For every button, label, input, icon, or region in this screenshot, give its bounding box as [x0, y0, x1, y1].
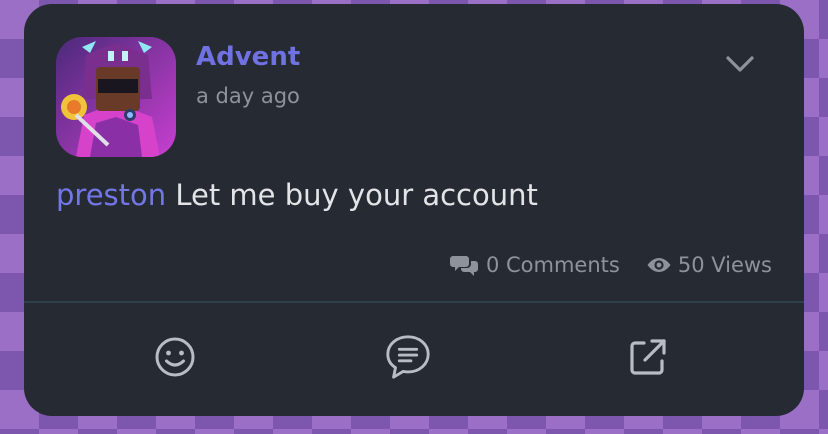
comments-count: 0 Comments	[485, 253, 620, 277]
comment-button[interactable]	[383, 332, 433, 382]
post-message: preston Let me buy your account	[56, 178, 538, 212]
comments-icon	[449, 256, 478, 276]
react-button[interactable]	[150, 332, 200, 382]
views-count: 50 Views	[677, 253, 772, 277]
chevron-down-icon[interactable]	[724, 52, 756, 76]
post-text: Let me buy your account	[166, 178, 538, 212]
author-avatar[interactable]	[56, 37, 176, 157]
share-button[interactable]	[623, 332, 673, 382]
post-card: Advent a day ago preston Let me buy your…	[24, 4, 804, 416]
mention-link[interactable]: preston	[56, 178, 166, 212]
eye-icon	[647, 258, 671, 272]
smiley-icon	[155, 337, 195, 377]
post-stats: 0 Comments 50 Views	[449, 252, 772, 278]
author-name[interactable]: Advent	[196, 42, 300, 72]
external-link-icon	[630, 339, 666, 375]
chat-bubble-icon	[386, 335, 430, 379]
post-timestamp: a day ago	[196, 84, 300, 108]
comments-stat[interactable]: 0 Comments	[449, 252, 620, 278]
card-divider	[24, 301, 804, 303]
avatar-image	[56, 37, 176, 157]
views-stat: 50 Views	[646, 253, 772, 277]
